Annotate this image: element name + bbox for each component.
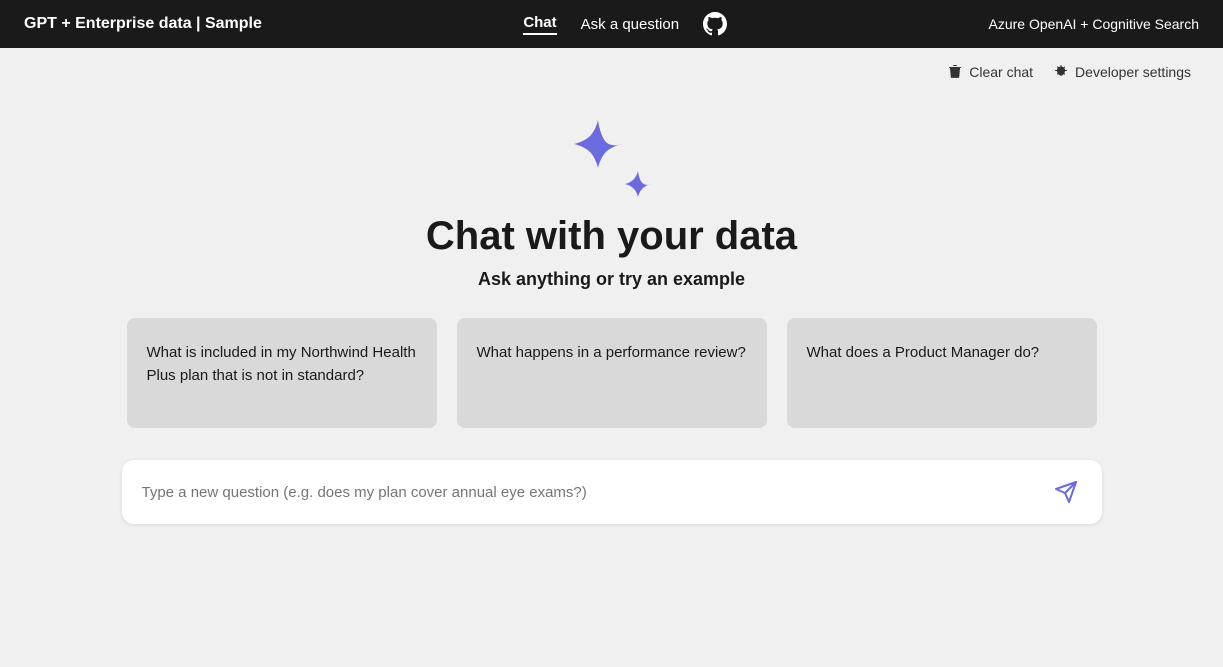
navbar-center: Chat Ask a question (523, 12, 727, 36)
sparkle-small (624, 170, 652, 198)
main-subtitle: Ask anything or try an example (478, 269, 745, 290)
main-content: Chat with your data Ask anything or try … (0, 88, 1223, 524)
sparkle-large (572, 118, 624, 170)
example-card-1[interactable]: What is included in my Northwind Health … (127, 318, 437, 428)
developer-settings-label: Developer settings (1075, 64, 1191, 80)
developer-settings-button[interactable]: Developer settings (1053, 64, 1191, 80)
gear-icon (1053, 64, 1069, 80)
clear-chat-button[interactable]: Clear chat (947, 64, 1033, 80)
nav-chat[interactable]: Chat (523, 14, 556, 35)
sparkle-icon (572, 118, 652, 198)
example-card-2[interactable]: What happens in a performance review? (457, 318, 767, 428)
chat-input[interactable] (142, 484, 1050, 501)
send-button[interactable] (1050, 476, 1082, 508)
navbar-left: GPT + Enterprise data | Sample (24, 15, 262, 33)
chat-input-area (122, 460, 1102, 524)
toolbar: Clear chat Developer settings (0, 48, 1223, 88)
trash-icon (947, 64, 963, 80)
example-card-3[interactable]: What does a Product Manager do? (787, 318, 1097, 428)
send-icon (1054, 480, 1078, 504)
navbar: GPT + Enterprise data | Sample Chat Ask … (0, 0, 1223, 48)
github-icon[interactable] (703, 12, 727, 36)
example-cards: What is included in my Northwind Health … (87, 318, 1137, 428)
main-title: Chat with your data (426, 214, 797, 259)
nav-ask-question[interactable]: Ask a question (581, 16, 679, 33)
navbar-brand: Azure OpenAI + Cognitive Search (988, 16, 1199, 32)
app-title: GPT + Enterprise data | Sample (24, 15, 262, 33)
clear-chat-label: Clear chat (969, 64, 1033, 80)
